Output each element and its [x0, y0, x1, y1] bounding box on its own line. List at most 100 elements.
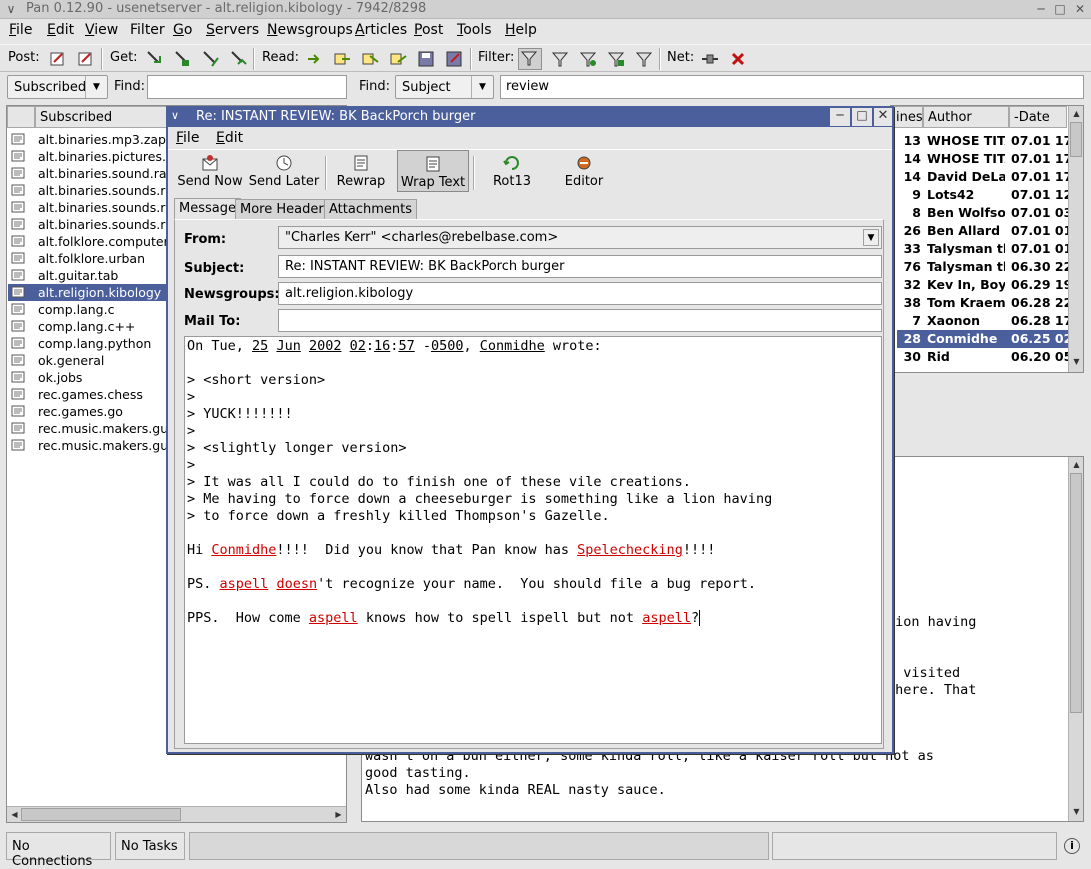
- group-item[interactable]: alt.folklore.computers: [8, 233, 166, 250]
- minimize-icon[interactable]: ─: [830, 108, 850, 126]
- post-article-icon[interactable]: [48, 50, 68, 68]
- scroll-left-icon[interactable]: ◀: [9, 809, 20, 820]
- read-next-group-icon[interactable]: [388, 50, 408, 68]
- from-combo[interactable]: "Charles Kerr" <charles@rebelbase.com> ▼: [278, 226, 882, 249]
- article-row[interactable]: 26 Ben Allard 07.01 01: [897, 222, 1070, 240]
- subscribed-column-header[interactable]: Subscribed: [35, 106, 175, 128]
- close-icon[interactable]: ✕: [1072, 1, 1088, 17]
- compose-menu-file[interactable]: File: [176, 130, 199, 146]
- group-item[interactable]: alt.guitar.tab: [8, 267, 166, 284]
- tab-attachments[interactable]: Attachments: [324, 199, 417, 220]
- group-find-input[interactable]: [147, 75, 347, 99]
- read-next-unread-icon[interactable]: [332, 50, 352, 68]
- scroll-up-icon[interactable]: ▲: [1071, 108, 1082, 119]
- article-row[interactable]: 28 Conmidhe 06.25 02: [897, 330, 1070, 348]
- filter-my-posts-icon[interactable]: [606, 50, 626, 68]
- get-new-icon[interactable]: [172, 50, 192, 68]
- date-column-header[interactable]: -Date: [1009, 106, 1067, 128]
- connection-icon[interactable]: [700, 50, 720, 68]
- scroll-down-icon[interactable]: ▼: [1071, 806, 1082, 817]
- article-row[interactable]: 14 WHOSE TITA 07.01 17: [897, 150, 1070, 168]
- menu-edit[interactable]: Edit: [47, 22, 74, 38]
- scroll-right-icon[interactable]: ▶: [333, 809, 344, 820]
- group-item[interactable]: alt.binaries.sounds.radio: [8, 216, 166, 233]
- group-item[interactable]: ok.general: [8, 352, 166, 369]
- tab-message[interactable]: Message: [174, 198, 241, 220]
- article-row[interactable]: 9 Lots42 07.01 12: [897, 186, 1070, 204]
- minimize-icon[interactable]: ─: [1033, 1, 1049, 17]
- subject-field[interactable]: Re: INSTANT REVIEW: BK BackPorch burger: [278, 255, 882, 278]
- message-body-editor[interactable]: On Tue, 25 Jun 2002 02:16:57 -0500, Conm…: [184, 336, 882, 744]
- body-vscrollbar[interactable]: ▲ ▼: [1068, 457, 1083, 821]
- scroll-thumb[interactable]: [21, 808, 181, 821]
- compose-menu-edit[interactable]: Edit: [216, 130, 243, 146]
- scroll-down-icon[interactable]: ▼: [1071, 356, 1082, 367]
- menu-help[interactable]: Help: [505, 22, 537, 38]
- menu-file[interactable]: File: [9, 22, 32, 38]
- group-mode-combo[interactable]: Subscribed ▼: [7, 75, 108, 99]
- group-item[interactable]: alt.folklore.urban: [8, 250, 166, 267]
- rewrap-button[interactable]: Rewrap: [331, 150, 391, 192]
- get-headers-icon[interactable]: [144, 50, 164, 68]
- menu-go[interactable]: Go: [173, 22, 192, 38]
- menu-newsgroups[interactable]: Newsgroups: [267, 22, 353, 38]
- mailto-field[interactable]: [278, 309, 882, 332]
- group-item[interactable]: alt.binaries.pictures.wallpaper: [8, 148, 166, 165]
- article-row[interactable]: 38 Tom Kraeme 06.28 22: [897, 294, 1070, 312]
- filter-cached-icon[interactable]: [550, 50, 570, 68]
- read-next-thread-icon[interactable]: [360, 50, 380, 68]
- group-item[interactable]: rec.music.makers.guitar: [8, 420, 166, 437]
- group-item[interactable]: rec.games.chess: [8, 386, 166, 403]
- get-all-icon[interactable]: [228, 50, 248, 68]
- window-menu-icon[interactable]: ∨: [3, 1, 19, 17]
- editor-button[interactable]: Editor: [554, 150, 614, 192]
- group-item[interactable]: comp.lang.c++: [8, 318, 166, 335]
- article-row[interactable]: 32 Kev In, Boyz 06.29 19: [897, 276, 1070, 294]
- menu-view[interactable]: View: [85, 22, 118, 38]
- window-menu-icon[interactable]: ∨: [171, 109, 179, 122]
- group-item[interactable]: comp.lang.python: [8, 335, 166, 352]
- group-item[interactable]: alt.binaries.mp3.zappa: [8, 131, 166, 148]
- menu-servers[interactable]: Servers: [206, 22, 259, 38]
- article-row[interactable]: 33 Talysman the 07.01 01: [897, 240, 1070, 258]
- menu-filter[interactable]: Filter: [130, 22, 165, 38]
- menu-post[interactable]: Post: [414, 22, 443, 38]
- article-find-input[interactable]: review: [500, 75, 1084, 99]
- find-field-combo[interactable]: Subject ▼: [395, 75, 494, 99]
- send-now-button[interactable]: Send Now: [174, 150, 246, 192]
- menu-articles[interactable]: Articles: [355, 22, 407, 38]
- menu-tools[interactable]: Tools: [457, 22, 492, 38]
- group-item[interactable]: alt.binaries.sound.radio: [8, 165, 166, 182]
- scroll-thumb[interactable]: [1070, 473, 1082, 713]
- filter-complete-icon[interactable]: [578, 50, 598, 68]
- group-item[interactable]: rec.music.makers.guitar: [8, 437, 166, 454]
- article-row[interactable]: 76 Talysman the 06.30 22: [897, 258, 1070, 276]
- save-as-icon[interactable]: [444, 50, 464, 68]
- scroll-thumb[interactable]: [1070, 122, 1082, 157]
- send-later-button[interactable]: Send Later: [246, 150, 322, 192]
- followup-icon[interactable]: [76, 50, 96, 68]
- filter-unread-icon[interactable]: [518, 48, 542, 70]
- read-next-icon[interactable]: [304, 50, 324, 68]
- article-vscrollbar[interactable]: ▲ ▼: [1068, 106, 1083, 372]
- info-icon[interactable]: i: [1064, 838, 1080, 854]
- group-item[interactable]: rec.games.go: [8, 403, 166, 420]
- save-icon[interactable]: [416, 50, 436, 68]
- tab-more-headers[interactable]: More Headers: [235, 199, 336, 220]
- article-row[interactable]: 13 WHOSE TITA 07.01 17: [897, 132, 1070, 150]
- maximize-icon[interactable]: □: [1052, 1, 1068, 17]
- group-item[interactable]: alt.religion.kibology: [8, 284, 166, 301]
- filter-watched-icon[interactable]: [634, 50, 654, 68]
- group-item[interactable]: alt.binaries.sounds.radio: [8, 182, 166, 199]
- maximize-icon[interactable]: □: [852, 108, 872, 126]
- article-row[interactable]: 14 David DeLan 07.01 17: [897, 168, 1070, 186]
- group-item[interactable]: ok.jobs: [8, 369, 166, 386]
- task-status[interactable]: No Tasks: [115, 832, 185, 860]
- lines-column-header[interactable]: ines: [891, 106, 923, 128]
- newsgroups-field[interactable]: alt.religion.kibology: [278, 282, 882, 305]
- group-hscrollbar[interactable]: ◀ ▶: [7, 806, 346, 822]
- group-item[interactable]: alt.binaries.sounds.radio: [8, 199, 166, 216]
- author-column-header[interactable]: Author: [923, 106, 1009, 128]
- close-icon[interactable]: ✕: [874, 108, 892, 126]
- article-row[interactable]: 30 Rid 06.20 05: [897, 348, 1070, 366]
